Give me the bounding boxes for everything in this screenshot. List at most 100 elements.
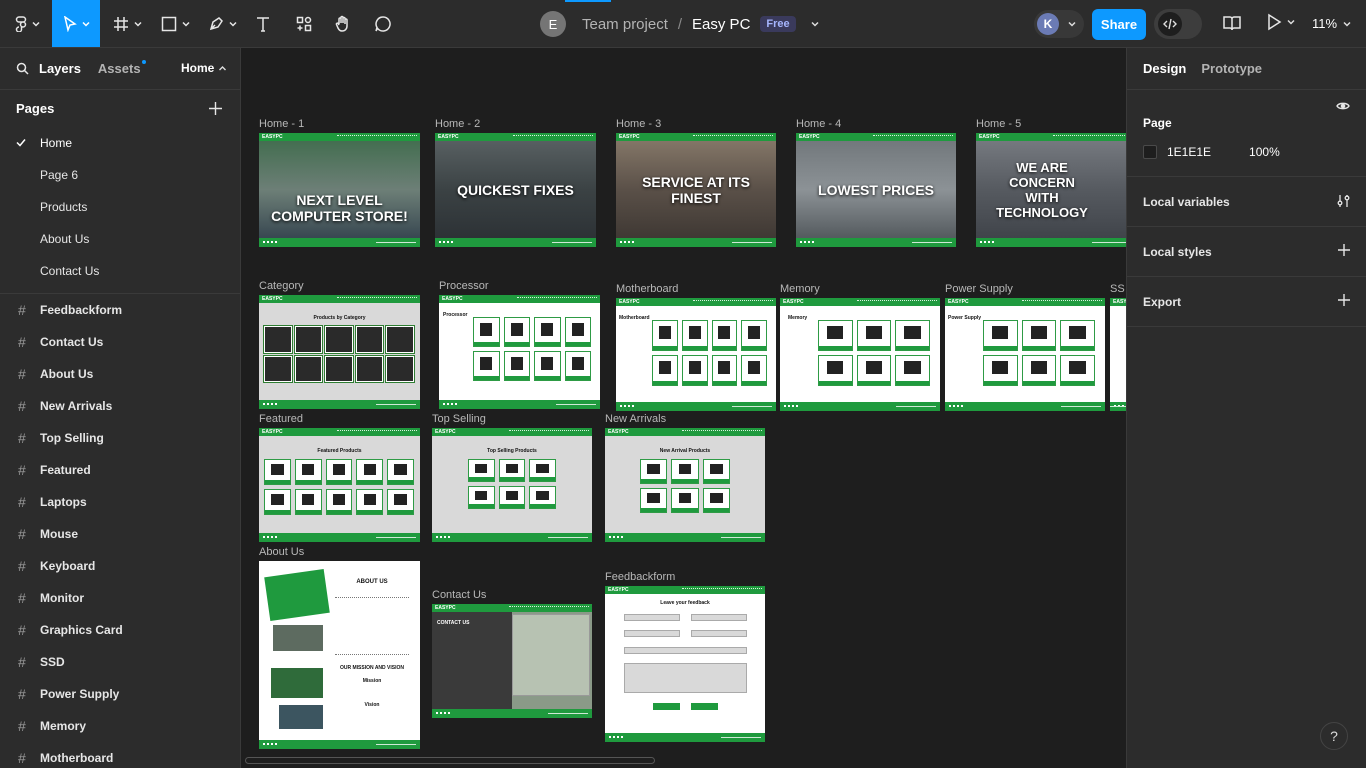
layer-item-laptops[interactable]: # Laptops — [0, 486, 240, 518]
eye-icon[interactable] — [1336, 101, 1350, 111]
export-row[interactable]: Export — [1127, 277, 1366, 326]
page-item-home[interactable]: Home — [0, 127, 240, 159]
frame-motherboard[interactable]: Motherboard EASYPC Motherboard — [616, 283, 776, 411]
user-avatar[interactable]: K — [1037, 13, 1059, 35]
layer-item-label: About Us — [40, 367, 94, 381]
layer-item-feedbackform[interactable]: # Feedbackform — [0, 294, 240, 326]
page-item-page-6[interactable]: Page 6 — [0, 159, 240, 191]
layer-item-about-us[interactable]: # About Us — [0, 358, 240, 390]
dev-mode-toggle[interactable] — [1154, 9, 1202, 39]
library-icon[interactable] — [1222, 13, 1242, 33]
frame-contact-us[interactable]: Contact Us EASYPC CONTACT US — [432, 589, 592, 718]
sliders-icon[interactable] — [1337, 194, 1350, 208]
frame-label[interactable]: Home - 2 — [435, 118, 480, 130]
frame-category[interactable]: Category EASYPC Products by Category — [259, 280, 420, 409]
zoom-menu[interactable]: 11% — [1312, 16, 1352, 31]
design-canvas[interactable]: Home - 1 EASYPC NEXT LEVEL COMPUTER STOR… — [241, 48, 1126, 768]
frame-feedbackform[interactable]: Feedbackform EASYPC Leave your feedback — [605, 571, 765, 742]
layer-item-memory[interactable]: # Memory — [0, 710, 240, 742]
frame-label[interactable]: Memory — [780, 283, 820, 295]
share-button[interactable]: Share — [1092, 9, 1146, 40]
frame-ssd[interactable]: SS EASYPC — [1110, 283, 1126, 411]
layer-item-graphics-card[interactable]: # Graphics Card — [0, 614, 240, 646]
frame-label[interactable]: Top Selling — [432, 413, 486, 425]
site-navbar: EASYPC — [605, 586, 765, 594]
frame-label[interactable]: Contact Us — [432, 589, 486, 601]
layer-item-power-supply[interactable]: # Power Supply — [0, 678, 240, 710]
frame-about-us[interactable]: About Us ABOUT US OUR MISSION AND VISION… — [259, 546, 420, 749]
layer-item-mouse[interactable]: # Mouse — [0, 518, 240, 550]
frame-home-2[interactable]: Home - 2 EASYPC QUICKEST FIXES — [435, 118, 596, 247]
frame-home-5[interactable]: Home - 5 EASYPC WE ARE CONCERN WITH TECH… — [976, 118, 1126, 247]
layer-item-monitor[interactable]: # Monitor — [0, 582, 240, 614]
frame-label[interactable]: Featured — [259, 413, 303, 425]
frame-label[interactable]: Motherboard — [616, 283, 678, 295]
chevron-down-icon[interactable] — [810, 19, 820, 29]
frame-icon: # — [18, 750, 26, 766]
tab-design[interactable]: Design — [1143, 61, 1186, 76]
text-tool-button[interactable] — [248, 0, 278, 47]
layer-item-featured[interactable]: # Featured — [0, 454, 240, 486]
tab-prototype[interactable]: Prototype — [1201, 61, 1262, 76]
frame-new-arrivals[interactable]: New Arrivals EASYPC New Arrival Products — [605, 413, 765, 542]
frame-memory[interactable]: Memory EASYPC Memory — [780, 283, 940, 411]
frame-tool-button[interactable] — [106, 0, 148, 47]
hand-tool-button[interactable] — [328, 0, 358, 47]
shape-tool-button[interactable] — [154, 0, 196, 47]
layer-item-ssd[interactable]: # SSD — [0, 646, 240, 678]
frame-label[interactable]: Category — [259, 280, 304, 292]
frame-label[interactable]: About Us — [259, 546, 304, 558]
frame-label[interactable]: SS — [1110, 283, 1125, 295]
background-opacity-value[interactable]: 100% — [1249, 145, 1280, 159]
frame-home-4[interactable]: Home - 4 EASYPC LOWEST PRICES — [796, 118, 956, 247]
tab-assets[interactable]: Assets — [98, 60, 146, 76]
frame-top-selling[interactable]: Top Selling EASYPC Top Selling Products — [432, 413, 592, 542]
frame-body: EASYPC Power Supply — [945, 298, 1105, 411]
frame-home-3[interactable]: Home - 3 EASYPC SERVICE AT ITS FINEST — [616, 118, 776, 247]
frame-processor[interactable]: Processor EASYPC Processor — [439, 280, 600, 409]
frame-label[interactable]: Home - 5 — [976, 118, 1021, 130]
background-color-swatch[interactable] — [1143, 145, 1157, 159]
page-switcher[interactable]: Home — [181, 61, 227, 75]
frame-label[interactable]: Power Supply — [945, 283, 1013, 295]
team-avatar[interactable]: E — [540, 11, 566, 37]
resources-button[interactable] — [289, 0, 319, 47]
present-button[interactable] — [1266, 13, 1296, 31]
team-name-link[interactable]: Team project — [582, 16, 668, 33]
main-menu-button[interactable] — [8, 0, 46, 47]
frame-label[interactable]: Feedbackform — [605, 571, 675, 583]
page-item-products[interactable]: Products — [0, 191, 240, 223]
frame-home-1[interactable]: Home - 1 EASYPC NEXT LEVEL COMPUTER STOR… — [259, 118, 420, 247]
page-item-about-us[interactable]: About Us — [0, 223, 240, 255]
help-button[interactable]: ? — [1320, 722, 1348, 750]
search-icon[interactable] — [16, 62, 29, 75]
page-background-row[interactable]: 1E1E1E 100% — [1127, 102, 1366, 176]
frame-label[interactable]: Home - 4 — [796, 118, 841, 130]
horizontal-scrollbar[interactable] — [245, 757, 655, 764]
pen-tool-button[interactable] — [202, 0, 242, 47]
layer-item-motherboard[interactable]: # Motherboard — [0, 742, 240, 768]
layer-item-keyboard[interactable]: # Keyboard — [0, 550, 240, 582]
layer-item-new-arrivals[interactable]: # New Arrivals — [0, 390, 240, 422]
site-footer — [605, 733, 765, 742]
local-variables-row[interactable]: Local variables — [1127, 177, 1366, 226]
plus-icon[interactable] — [1338, 244, 1350, 256]
frame-power-supply[interactable]: Power Supply EASYPC Power Supply — [945, 283, 1105, 411]
layer-item-contact-us[interactable]: # Contact Us — [0, 326, 240, 358]
frame-featured[interactable]: Featured EASYPC Featured Products — [259, 413, 420, 542]
move-tool-button[interactable] — [52, 0, 100, 47]
add-page-icon[interactable] — [209, 101, 222, 115]
frame-label[interactable]: New Arrivals — [605, 413, 666, 425]
local-styles-row[interactable]: Local styles — [1127, 227, 1366, 276]
comment-tool-button[interactable] — [368, 0, 398, 47]
frame-label[interactable]: Home - 3 — [616, 118, 661, 130]
file-name[interactable]: Easy PC — [692, 16, 750, 33]
frame-label[interactable]: Processor — [439, 280, 489, 292]
user-menu[interactable]: K — [1034, 10, 1084, 38]
frame-label[interactable]: Home - 1 — [259, 118, 304, 130]
tab-layers[interactable]: Layers — [39, 61, 81, 76]
background-color-value[interactable]: 1E1E1E — [1167, 145, 1211, 159]
plus-icon[interactable] — [1338, 294, 1350, 306]
layer-item-top-selling[interactable]: # Top Selling — [0, 422, 240, 454]
page-item-contact-us[interactable]: Contact Us — [0, 255, 240, 287]
